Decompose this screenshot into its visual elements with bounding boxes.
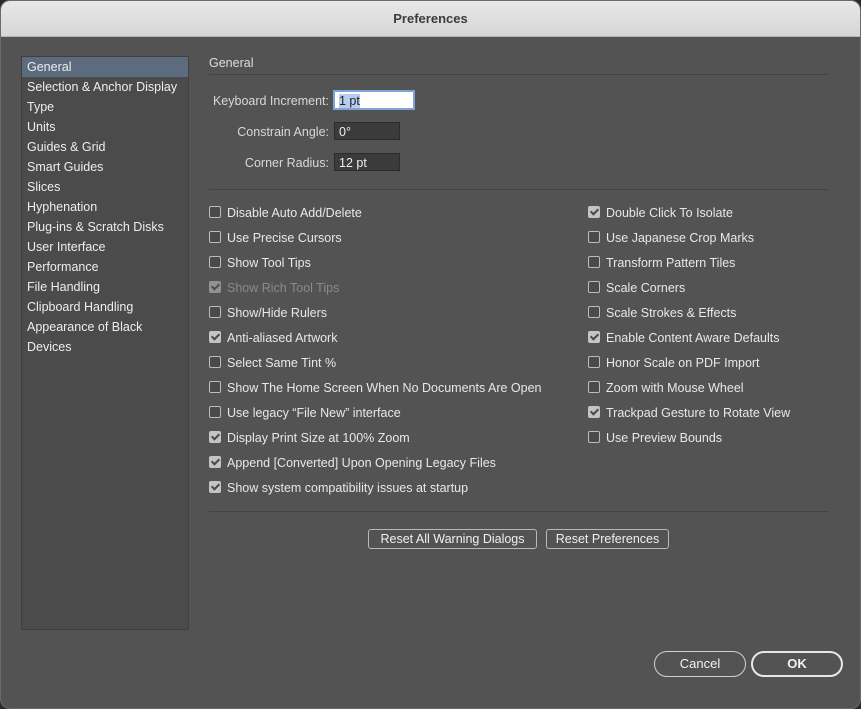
preferences-dialog: Preferences General Selection & Anchor Di…: [0, 0, 861, 709]
option-label: Use Precise Cursors: [227, 231, 342, 245]
option-label: Show system compatibility issues at star…: [227, 481, 469, 495]
sidebar-item-performance[interactable]: Performance: [22, 257, 188, 277]
option-double-click-to-isolate[interactable]: Double Click To Isolate: [588, 203, 733, 223]
checkbox-unchecked[interactable]: [209, 356, 221, 368]
ok-button[interactable]: OK: [751, 651, 843, 677]
sidebar-item-general[interactable]: General: [22, 57, 188, 77]
option-use-precise-cursors[interactable]: Use Precise Cursors: [209, 228, 342, 248]
checkbox-unchecked[interactable]: [588, 231, 600, 243]
sidebar-item-devices[interactable]: Devices: [22, 337, 188, 357]
option-show-the-home-screen-when-no-documents-are-open[interactable]: Show The Home Screen When No Documents A…: [209, 378, 542, 398]
option-label: Trackpad Gesture to Rotate View: [606, 406, 791, 420]
option-use-legacy-file-new-interface[interactable]: Use legacy “File New” interface: [209, 403, 401, 423]
option-trackpad-gesture-to-rotate-view[interactable]: Trackpad Gesture to Rotate View: [588, 403, 790, 423]
corner-radius-label: Corner Radius:: [244, 156, 329, 170]
option-show-system-compatibility-issues-at-startup[interactable]: Show system compatibility issues at star…: [209, 478, 468, 498]
option-disable-auto-add-delete[interactable]: Disable Auto Add/Delete: [209, 203, 362, 223]
option-enable-content-aware-defaults[interactable]: Enable Content Aware Defaults: [588, 328, 780, 348]
checkbox-unchecked[interactable]: [588, 281, 600, 293]
option-scale-corners[interactable]: Scale Corners: [588, 278, 685, 298]
checkbox-unchecked[interactable]: [209, 306, 221, 318]
checkbox-unchecked[interactable]: [209, 231, 221, 243]
constrain-angle-label: Constrain Angle:: [237, 125, 329, 139]
option-zoom-with-mouse-wheel[interactable]: Zoom with Mouse Wheel: [588, 378, 744, 398]
checkbox-unchecked[interactable]: [209, 406, 221, 418]
sidebar-item-type[interactable]: Type: [22, 97, 188, 117]
divider: [209, 511, 828, 512]
option-label: Scale Corners: [606, 281, 686, 295]
option-label: Append [Converted] Upon Opening Legacy F…: [227, 456, 496, 470]
cancel-button[interactable]: Cancel: [654, 651, 746, 677]
sidebar-item-guides-grid[interactable]: Guides & Grid: [22, 137, 188, 157]
corner-radius-input[interactable]: 12 pt: [334, 153, 400, 171]
checkbox-checked[interactable]: [588, 406, 600, 418]
sidebar-item-file-handling[interactable]: File Handling: [22, 277, 188, 297]
keyboard-increment-label: Keyboard Increment:: [212, 94, 329, 108]
sidebar-item-smart-guides[interactable]: Smart Guides: [22, 157, 188, 177]
option-label: Enable Content Aware Defaults: [606, 331, 780, 345]
option-label: Show The Home Screen When No Documents A…: [227, 381, 542, 395]
option-label: Use legacy “File New” interface: [227, 406, 401, 420]
option-label: Display Print Size at 100% Zoom: [227, 431, 410, 445]
sidebar-item-appearance-of-black[interactable]: Appearance of Black: [22, 317, 188, 337]
checkbox-checked[interactable]: [209, 481, 221, 493]
checkbox-unchecked[interactable]: [588, 356, 600, 368]
checkbox-checked: [209, 281, 221, 293]
option-anti-aliased-artwork[interactable]: Anti-aliased Artwork: [209, 328, 337, 348]
checkbox-checked[interactable]: [209, 431, 221, 443]
option-label: Show Rich Tool Tips: [227, 281, 340, 295]
option-use-japanese-crop-marks[interactable]: Use Japanese Crop Marks: [588, 228, 754, 248]
option-label: Scale Strokes & Effects: [606, 306, 737, 320]
option-show-hide-rulers[interactable]: Show/Hide Rulers: [209, 303, 327, 323]
sidebar-item-selection-anchor-display[interactable]: Selection & Anchor Display: [22, 77, 188, 97]
option-label: Honor Scale on PDF Import: [606, 356, 760, 370]
option-label: Select Same Tint %: [227, 356, 337, 370]
sidebar-item-units[interactable]: Units: [22, 117, 188, 137]
option-label: Anti-aliased Artwork: [227, 331, 338, 345]
option-honor-scale-on-pdf-import[interactable]: Honor Scale on PDF Import: [588, 353, 760, 373]
checkbox-checked[interactable]: [588, 331, 600, 343]
checkbox-unchecked[interactable]: [209, 206, 221, 218]
sidebar-item-hyphenation[interactable]: Hyphenation: [22, 197, 188, 217]
option-use-preview-bounds[interactable]: Use Preview Bounds: [588, 428, 722, 448]
reset-warning-dialogs-button[interactable]: Reset All Warning Dialogs: [368, 529, 537, 549]
checkbox-unchecked[interactable]: [209, 256, 221, 268]
window-title: Preferences: [1, 1, 860, 37]
reset-preferences-button[interactable]: Reset Preferences: [546, 529, 669, 549]
option-transform-pattern-tiles[interactable]: Transform Pattern Tiles: [588, 253, 735, 273]
option-show-rich-tool-tips: Show Rich Tool Tips: [209, 278, 339, 298]
option-scale-strokes-effects[interactable]: Scale Strokes & Effects: [588, 303, 736, 323]
checkbox-checked[interactable]: [209, 456, 221, 468]
option-append-converted-upon-opening-legacy-files[interactable]: Append [Converted] Upon Opening Legacy F…: [209, 453, 496, 473]
option-label: Transform Pattern Tiles: [606, 256, 736, 270]
preferences-sidebar: General Selection & Anchor Display Type Uni…: [21, 56, 189, 630]
general-panel: General Keyboard Increment: 1 pt Constra…: [209, 56, 828, 549]
checkbox-checked[interactable]: [588, 206, 600, 218]
option-display-print-size-at-100-zoom[interactable]: Display Print Size at 100% Zoom: [209, 428, 410, 448]
option-label: Use Preview Bounds: [606, 431, 723, 445]
checkbox-unchecked[interactable]: [209, 381, 221, 393]
checkbox-unchecked[interactable]: [588, 381, 600, 393]
option-label: Show Tool Tips: [227, 256, 311, 270]
option-select-same-tint[interactable]: Select Same Tint %: [209, 353, 336, 373]
checkbox-unchecked[interactable]: [588, 306, 600, 318]
option-label: Show/Hide Rulers: [227, 306, 328, 320]
option-label: Disable Auto Add/Delete: [227, 206, 362, 220]
checkbox-unchecked[interactable]: [588, 431, 600, 443]
option-show-tool-tips[interactable]: Show Tool Tips: [209, 253, 311, 273]
sidebar-item-clipboard-handling[interactable]: Clipboard Handling: [22, 297, 188, 317]
sidebar-item-slices[interactable]: Slices: [22, 177, 188, 197]
checkbox-unchecked[interactable]: [588, 256, 600, 268]
sidebar-item-user-interface[interactable]: User Interface: [22, 237, 188, 257]
constrain-angle-input[interactable]: 0°: [334, 122, 400, 140]
keyboard-increment-input[interactable]: 1 pt: [334, 91, 414, 109]
checkbox-checked[interactable]: [209, 331, 221, 343]
section-title: General: [209, 56, 828, 75]
option-label: Double Click To Isolate: [606, 206, 733, 220]
option-label: Zoom with Mouse Wheel: [606, 381, 744, 395]
option-label: Use Japanese Crop Marks: [606, 231, 754, 245]
sidebar-item-plug-ins-scratch-disks[interactable]: Plug-ins & Scratch Disks: [22, 217, 188, 237]
divider: [209, 189, 828, 190]
